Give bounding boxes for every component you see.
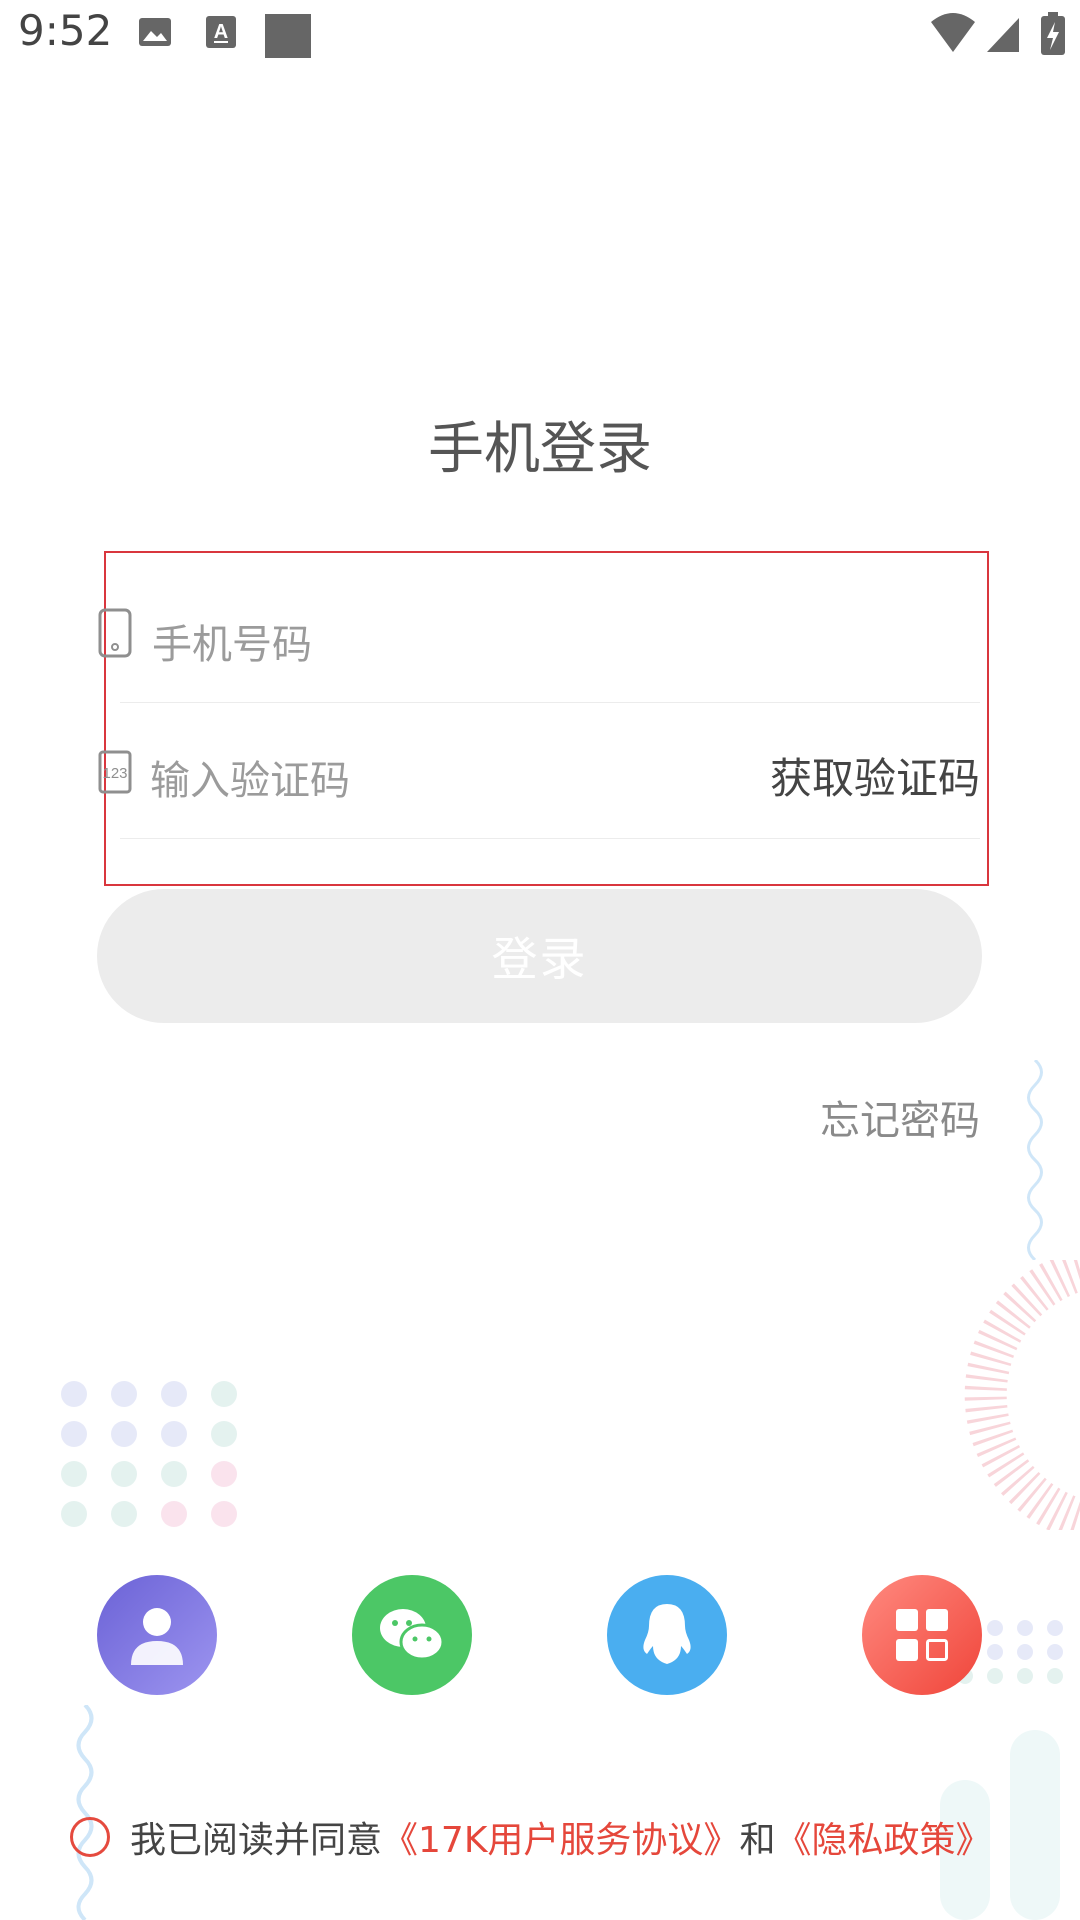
svg-text:A: A — [214, 21, 228, 43]
agreement-and: 和 — [739, 1820, 776, 1861]
more-login-button[interactable] — [862, 1575, 982, 1695]
phone-input[interactable]: 手机号码 — [152, 612, 312, 670]
get-code-button[interactable]: 获取验证码 — [770, 745, 980, 806]
account-icon — [131, 1608, 183, 1665]
login-button-label: 登录 — [491, 932, 588, 986]
signal-icon — [987, 18, 1019, 52]
forgot-password-link[interactable]: 忘记密码 — [820, 1088, 980, 1146]
agreement-prefix: 我已阅读并同意 — [130, 1820, 383, 1861]
svg-text:123: 123 — [102, 765, 127, 782]
code-icon: 123 — [98, 750, 132, 794]
agreement-checkbox[interactable] — [70, 1817, 110, 1857]
battery-icon — [1041, 12, 1065, 55]
qq-icon — [643, 1604, 691, 1664]
input-group-highlight — [104, 551, 989, 886]
wechat-login-button[interactable] — [352, 1575, 472, 1695]
image-icon — [139, 18, 171, 46]
qq-login-button[interactable] — [607, 1575, 727, 1695]
agreement-row: 我已阅读并同意 《17K用户服务协议》 和 《隐私政策》 — [70, 1812, 991, 1862]
more-apps-icon — [896, 1609, 948, 1661]
wave-decoration-right — [1027, 1060, 1043, 1260]
dotted-arc-decoration — [964, 1260, 1080, 1530]
square-icon — [265, 14, 311, 58]
text-icon: A — [206, 16, 236, 48]
code-divider — [120, 838, 980, 839]
terms-link[interactable]: 《17K用户服务协议》 — [382, 1811, 739, 1863]
phone-divider — [120, 702, 980, 703]
wechat-icon — [380, 1609, 445, 1661]
wifi-icon — [931, 13, 975, 52]
account-login-button[interactable] — [97, 1575, 217, 1695]
page-title: 手机登录 — [428, 417, 652, 482]
code-input[interactable]: 输入验证码 — [150, 748, 350, 806]
privacy-link[interactable]: 《隐私政策》 — [775, 1811, 991, 1863]
login-button[interactable]: 登录 — [97, 889, 982, 1023]
status-time: 9:52 — [18, 6, 113, 55]
status-bar: 9:52 A — [0, 0, 1080, 72]
dot-grid-decoration-left — [61, 1381, 237, 1527]
phone-icon — [98, 608, 132, 658]
